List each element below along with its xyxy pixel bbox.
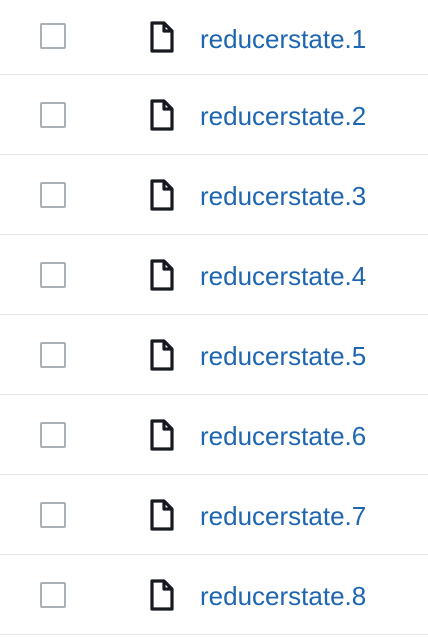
file-name-link[interactable]: reducerstate.7 — [200, 501, 366, 531]
file-row: reducerstate.4 — [0, 235, 428, 315]
file-row: reducerstate.6 — [0, 395, 428, 475]
row-checkbox[interactable] — [40, 502, 66, 528]
row-checkbox[interactable] — [40, 582, 66, 608]
row-checkbox[interactable] — [40, 422, 66, 448]
file-name-link[interactable]: reducerstate.4 — [200, 261, 366, 291]
file-icon — [150, 179, 174, 211]
file-name-link[interactable]: reducerstate.6 — [200, 421, 366, 451]
file-row: reducerstate.2 — [0, 75, 428, 155]
file-icon — [150, 499, 174, 531]
file-icon — [150, 419, 174, 451]
file-name-link[interactable]: reducerstate.5 — [200, 341, 366, 371]
row-checkbox[interactable] — [40, 23, 66, 49]
file-name-link[interactable]: reducerstate.2 — [200, 101, 366, 131]
file-list: reducerstate.1 reducerstate.2 reducersta… — [0, 0, 428, 638]
row-checkbox[interactable] — [40, 342, 66, 368]
file-row: reducerstate.5 — [0, 315, 428, 395]
file-icon — [150, 21, 174, 53]
row-checkbox[interactable] — [40, 102, 66, 128]
file-name-link[interactable]: reducerstate.1 — [200, 24, 366, 54]
file-icon — [150, 259, 174, 291]
file-row: reducerstate.8 — [0, 555, 428, 635]
file-row: reducerstate.7 — [0, 475, 428, 555]
file-row: reducerstate.3 — [0, 155, 428, 235]
file-row: reducerstate.1 — [0, 0, 428, 75]
file-name-link[interactable]: reducerstate.3 — [200, 181, 366, 211]
file-icon — [150, 99, 174, 131]
row-checkbox[interactable] — [40, 262, 66, 288]
file-icon — [150, 579, 174, 611]
file-icon — [150, 339, 174, 371]
file-name-link[interactable]: reducerstate.8 — [200, 581, 366, 611]
row-checkbox[interactable] — [40, 182, 66, 208]
